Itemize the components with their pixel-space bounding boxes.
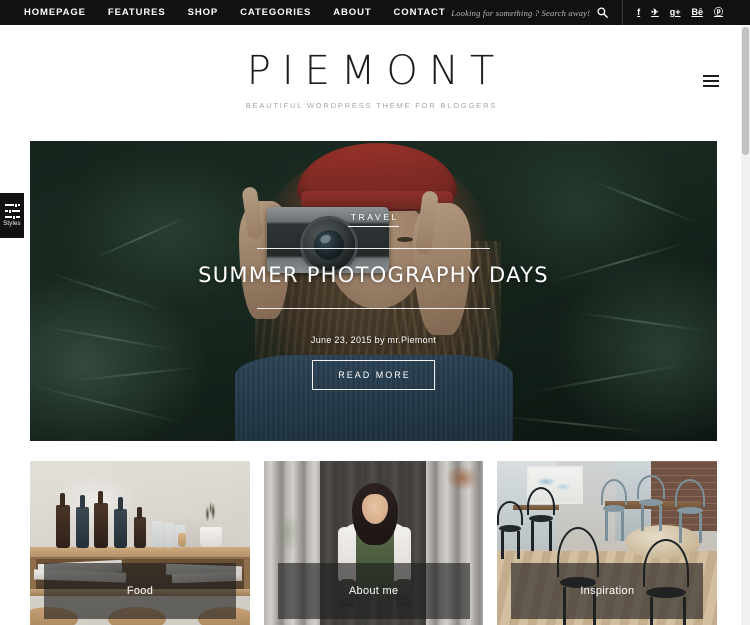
site-header: PIEMONT BEAUTIFUL WORDPRESS THEME FOR BL… bbox=[0, 25, 741, 141]
topbar-divider bbox=[622, 0, 624, 25]
nav-item-contact[interactable]: CONTACT bbox=[394, 7, 446, 18]
hamburger-menu-icon[interactable] bbox=[703, 75, 719, 87]
hero-title[interactable]: SUMMER PHOTOGRAPHY DAYS bbox=[30, 263, 717, 287]
top-navigation-bar: HOMEPAGE FEATURES SHOP CATEGORIES ABOUT … bbox=[0, 0, 741, 25]
hamburger-bar-1 bbox=[703, 75, 719, 77]
hamburger-bar-2 bbox=[703, 80, 719, 82]
page-root: HOMEPAGE FEATURES SHOP CATEGORIES ABOUT … bbox=[0, 0, 750, 625]
card-label-food: Food bbox=[126, 585, 154, 597]
hero-slider[interactable]: TRAVEL SUMMER PHOTOGRAPHY DAYS June 23, … bbox=[30, 141, 717, 441]
read-more-button[interactable]: READ MORE bbox=[312, 360, 435, 390]
page-scrollbar[interactable] bbox=[741, 0, 750, 625]
nav-item-features[interactable]: FEATURES bbox=[108, 7, 166, 18]
card-label-about-me: About me bbox=[348, 585, 399, 597]
primary-nav: HOMEPAGE FEATURES SHOP CATEGORIES ABOUT … bbox=[24, 7, 446, 18]
logo-block: PIEMONT BEAUTIFUL WORDPRESS THEME FOR BL… bbox=[0, 51, 741, 110]
facebook-icon[interactable]: f bbox=[637, 8, 640, 17]
hero-rule-top bbox=[257, 248, 490, 249]
hero-category-label[interactable]: TRAVEL bbox=[348, 212, 399, 227]
nav-item-categories[interactable]: CATEGORIES bbox=[240, 7, 311, 18]
pinterest-icon[interactable]: ⓟ bbox=[714, 8, 723, 17]
category-cards: Food About me Inspiration bbox=[30, 461, 718, 625]
category-card-about-me[interactable]: About me bbox=[263, 461, 484, 625]
nav-item-shop[interactable]: SHOP bbox=[188, 7, 219, 18]
category-card-inspiration[interactable]: Inspiration bbox=[497, 461, 718, 625]
hero-caption: TRAVEL SUMMER PHOTOGRAPHY DAYS June 23, … bbox=[30, 207, 717, 390]
twitter-icon[interactable]: ✈ bbox=[651, 8, 659, 17]
search-icon[interactable] bbox=[597, 7, 609, 18]
search-area[interactable]: Looking for something ? Search away! bbox=[451, 7, 620, 18]
google-plus-icon[interactable]: g+ bbox=[670, 8, 681, 17]
card-label-inspiration: Inspiration bbox=[580, 585, 635, 597]
card-label-band-food: Food bbox=[44, 563, 236, 619]
nav-item-about[interactable]: ABOUT bbox=[333, 7, 371, 18]
card-label-band-inspiration: Inspiration bbox=[511, 563, 704, 619]
site-logo[interactable]: PIEMONT bbox=[0, 51, 741, 91]
styles-tab-label: Styles bbox=[3, 221, 21, 227]
social-links: f ✈ g+ Bē ⓟ bbox=[637, 8, 741, 17]
styles-panel-toggle[interactable]: Styles bbox=[0, 192, 25, 239]
scrollbar-top-cap bbox=[741, 0, 750, 25]
search-prompt-text: Looking for something ? Search away! bbox=[451, 7, 591, 18]
hero-meta: June 23, 2015 by mr.Piemont bbox=[310, 335, 437, 345]
behance-icon[interactable]: Bē bbox=[691, 8, 703, 17]
site-tagline: BEAUTIFUL WORDPRESS THEME FOR BLOGGERS bbox=[245, 101, 498, 110]
category-card-food[interactable]: Food bbox=[30, 461, 250, 625]
hamburger-bar-3 bbox=[703, 85, 719, 87]
scrollbar-thumb[interactable] bbox=[742, 27, 749, 155]
sliders-icon bbox=[4, 202, 20, 220]
nav-item-homepage[interactable]: HOMEPAGE bbox=[24, 7, 86, 18]
hero-rule-bottom bbox=[257, 308, 490, 309]
card-label-band-about-me: About me bbox=[277, 563, 470, 619]
